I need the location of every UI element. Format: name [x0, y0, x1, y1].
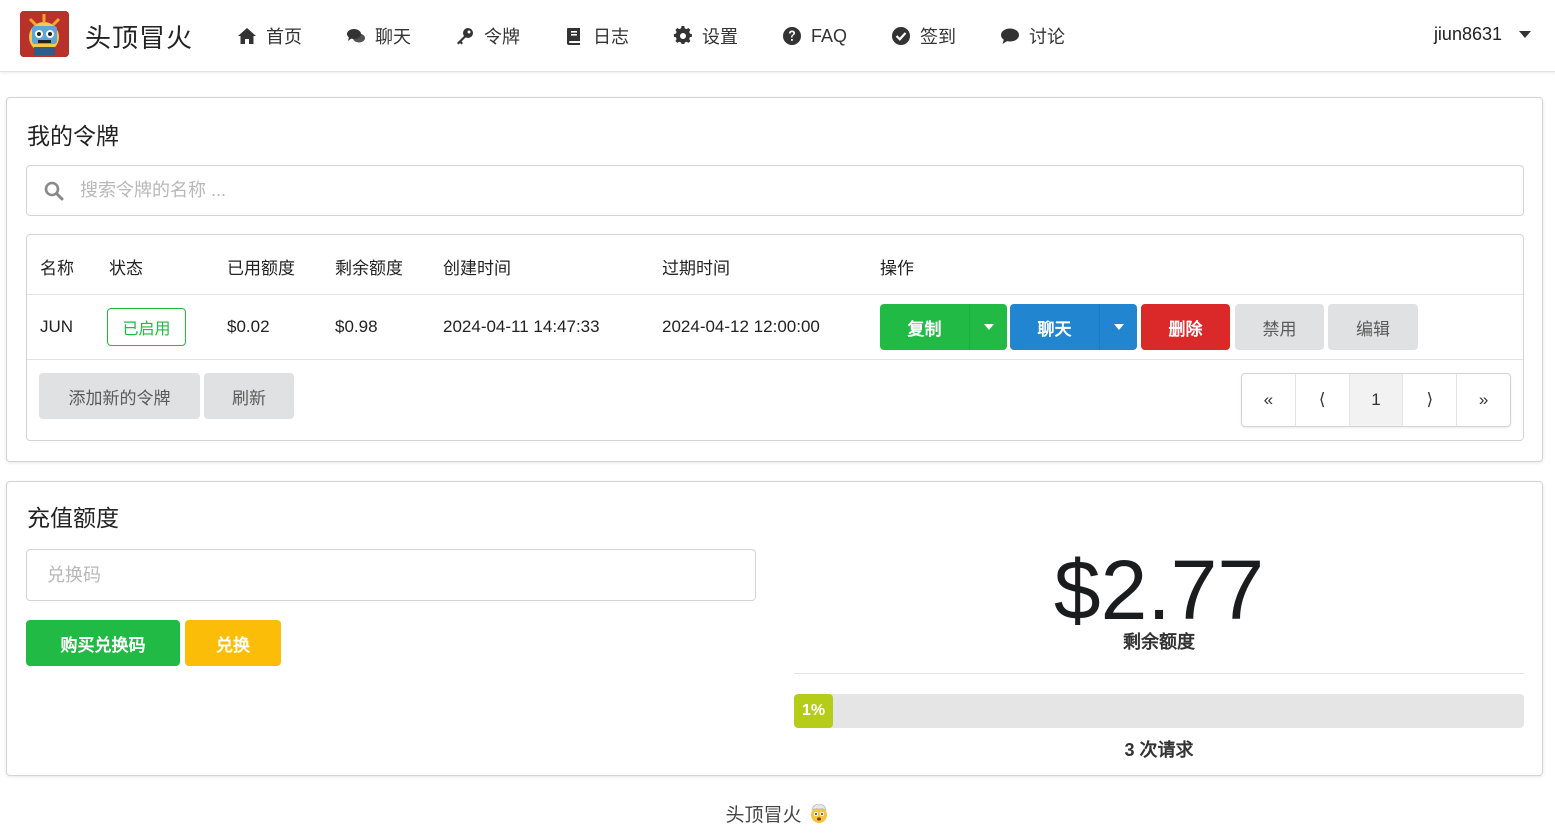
table-header: 名称 状态 已用额度 剩余额度 创建时间 过期时间 操作 — [27, 235, 1523, 295]
nav-item-tokens[interactable]: 令牌 — [455, 23, 520, 49]
main-nav: 首页 聊天 令牌 日志 设置 FAQ 签到 讨论 — [237, 0, 1109, 72]
nav-label: 设置 — [702, 27, 738, 47]
column-header-name[interactable]: 名称 — [40, 254, 74, 279]
divider — [794, 673, 1524, 674]
footer: 头顶冒火 — [0, 800, 1555, 830]
key-icon — [457, 28, 473, 45]
nav-item-logs[interactable]: 日志 — [564, 23, 629, 49]
username: jiun8631 — [1433, 24, 1502, 44]
token-used: $0.02 — [227, 317, 270, 336]
token-search[interactable] — [26, 165, 1524, 216]
token-name: JUN — [40, 317, 74, 336]
nav-item-faq[interactable]: FAQ — [782, 26, 847, 47]
column-header-remaining[interactable]: 剩余额度 — [335, 254, 403, 279]
nav-item-home[interactable]: 首页 — [237, 23, 302, 49]
delete-button[interactable]: 删除 — [1141, 304, 1230, 350]
edit-button[interactable]: 编辑 — [1328, 304, 1418, 350]
caret-down-icon — [1113, 324, 1124, 330]
nav-label: 令牌 — [484, 27, 520, 47]
buy-code-button[interactable]: 购买兑换码 — [26, 620, 180, 666]
top-navbar: 头顶冒火 首页 聊天 令牌 日志 设置 FAQ 签到 讨论 jiun8631 — [0, 0, 1555, 72]
pagination-prev[interactable]: ⟨ — [1296, 374, 1350, 426]
search-icon — [44, 181, 64, 200]
nav-item-settings[interactable]: 设置 — [673, 23, 738, 49]
caret-down-icon — [1519, 31, 1531, 38]
tokens-table: 名称 状态 已用额度 剩余额度 创建时间 过期时间 操作 JUN 已启用 $0.… — [26, 234, 1524, 441]
book-icon — [567, 28, 580, 45]
check-circle-icon — [892, 27, 911, 45]
copy-dropdown[interactable] — [969, 304, 1007, 350]
column-header-status[interactable]: 状态 — [109, 254, 143, 279]
nav-item-chat[interactable]: 聊天 — [346, 23, 411, 49]
nav-label: 聊天 — [375, 27, 411, 47]
nav-item-checkin[interactable]: 签到 — [891, 23, 956, 49]
footer-text: 头顶冒火 — [725, 805, 802, 826]
caret-down-icon — [983, 324, 994, 330]
logo-image[interactable] — [20, 11, 69, 57]
pagination: « ⟨ 1 ⟩ » — [1241, 373, 1511, 427]
pagination-last[interactable]: » — [1457, 374, 1510, 426]
redeem-button[interactable]: 兑换 — [185, 620, 281, 666]
copy-button[interactable]: 复制 — [880, 315, 969, 340]
copy-button-group: 复制 — [880, 304, 1007, 350]
recharge-title: 充值额度 — [27, 505, 119, 531]
column-header-expires[interactable]: 过期时间 — [662, 254, 730, 279]
request-count: 3 次请求 — [1124, 740, 1194, 760]
nav-label: 首页 — [266, 27, 302, 47]
home-icon — [238, 28, 256, 44]
redeem-code-field[interactable] — [26, 549, 756, 601]
column-header-actions: 操作 — [880, 259, 914, 278]
pagination-first[interactable]: « — [1242, 374, 1296, 426]
comment-icon — [1001, 28, 1020, 44]
redeem-code-input[interactable] — [47, 564, 727, 586]
pagination-next[interactable]: ⟩ — [1403, 374, 1458, 426]
token-search-input[interactable] — [80, 180, 1480, 201]
tokens-card: 我的令牌 名称 状态 已用额度 剩余额度 创建时间 过期时间 操作 JUN 已启… — [6, 97, 1543, 462]
brand-title[interactable]: 头顶冒火 — [85, 18, 193, 55]
refresh-button[interactable]: 刷新 — [204, 373, 294, 419]
recharge-card: 充值额度 购买兑换码 兑换 $2.77 剩余额度 1% 3 次请求 — [6, 481, 1543, 776]
column-header-created[interactable]: 创建时间 — [443, 254, 511, 279]
chat-dropdown[interactable] — [1099, 304, 1137, 350]
nav-label: 签到 — [920, 27, 957, 47]
chat-button[interactable]: 聊天 — [1010, 315, 1099, 340]
add-token-button[interactable]: 添加新的令牌 — [39, 373, 200, 419]
exploding-head-icon — [808, 802, 830, 830]
token-expires: 2024-04-12 12:00:00 — [662, 317, 820, 336]
column-header-used[interactable]: 已用额度 — [227, 254, 295, 279]
user-menu[interactable]: jiun8631 — [1434, 24, 1531, 45]
question-circle-icon — [783, 27, 801, 45]
balance-amount: $2.77 — [1053, 543, 1265, 637]
table-row: JUN 已启用 $0.02 $0.98 2024-04-11 14:47:33 … — [27, 295, 1523, 360]
chat-button-group: 聊天 — [1010, 304, 1137, 350]
nav-label: 日志 — [593, 27, 629, 47]
gear-icon — [673, 26, 692, 44]
tokens-title: 我的令牌 — [27, 123, 119, 149]
nav-label: FAQ — [811, 25, 848, 46]
status-badge: 已启用 — [107, 308, 186, 346]
progress-fill: 1% — [794, 694, 833, 728]
comments-icon — [347, 29, 365, 43]
disable-button[interactable]: 禁用 — [1235, 304, 1324, 350]
nav-label: 讨论 — [1029, 27, 1066, 47]
token-remaining: $0.98 — [335, 317, 378, 336]
nav-item-discussion[interactable]: 讨论 — [1000, 23, 1065, 49]
balance-label: 剩余额度 — [1123, 632, 1195, 652]
pagination-page-current[interactable]: 1 — [1349, 374, 1404, 426]
token-created: 2024-04-11 14:47:33 — [443, 317, 600, 336]
usage-progress-bar: 1% — [794, 694, 1524, 728]
